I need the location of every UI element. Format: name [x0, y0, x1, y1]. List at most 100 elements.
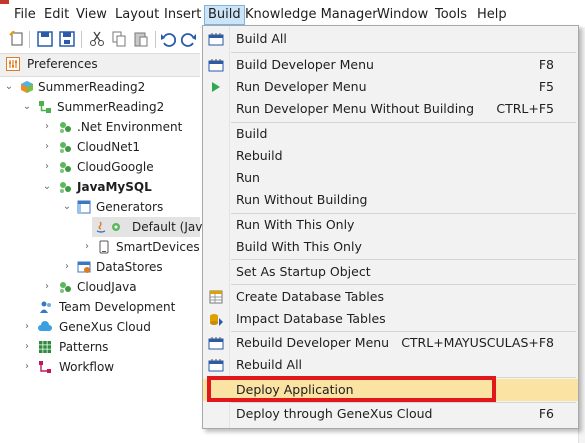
chevron-right-icon[interactable]: ›	[42, 117, 52, 137]
chevron-right-icon[interactable]: ›	[42, 157, 52, 177]
run-developer-menu-item[interactable]: Run Developer Menu F5	[203, 76, 578, 98]
menu-edit[interactable]: Edit	[42, 6, 71, 24]
menu-window[interactable]: Window	[375, 6, 430, 24]
tree-item[interactable]: › Workflow	[0, 357, 200, 377]
tree-item[interactable]: ⌄ Generators	[0, 197, 200, 217]
new-object-icon[interactable]	[9, 31, 25, 47]
chevron-right-icon[interactable]: ›	[42, 277, 52, 297]
tree-item-selected[interactable]: Default (Java	[92, 217, 210, 237]
tree-item[interactable]: ⌄ JavaMySQL	[0, 177, 200, 197]
tree-item-label: GeneXus Cloud	[59, 320, 151, 334]
run-without-building-item[interactable]: Run Without Building	[203, 189, 578, 211]
gear-icon	[112, 223, 120, 231]
editor-edge	[578, 27, 585, 443]
chevron-right-icon[interactable]: ›	[62, 257, 72, 277]
tree-item-label: Team Development	[59, 300, 176, 314]
tree-item[interactable]: ⌄ SummerReading2	[0, 97, 200, 117]
chevron-right-icon[interactable]: ›	[22, 337, 32, 357]
tree-item[interactable]: › SmartDevices (S	[0, 237, 216, 257]
build-menu: Build All Build Developer Menu F8 Run De…	[202, 25, 579, 429]
rebuild-developer-menu-item[interactable]: Rebuild Developer Menu CTRL+MAYUSCULAS+F…	[203, 332, 578, 354]
cloud-icon	[38, 321, 52, 331]
menu-help[interactable]: Help	[475, 6, 509, 24]
menu-file[interactable]: File	[12, 6, 38, 24]
toolbar-separator	[155, 31, 156, 48]
build-with-this-only-item[interactable]: Build With This Only	[203, 236, 578, 258]
menu-insert[interactable]: Insert	[162, 6, 203, 24]
tree-item-label: Workflow	[59, 360, 115, 374]
tree-item-label: Default (Java	[132, 220, 210, 234]
paste-icon[interactable]	[133, 31, 149, 47]
tree-item[interactable]: › GeneXus Cloud	[0, 317, 200, 337]
set-as-startup-object-item[interactable]: Set As Startup Object	[203, 261, 578, 283]
impact-database-icon	[210, 314, 223, 326]
tree-item[interactable]: › CloudGoogle	[0, 157, 200, 177]
menu-bar: File Edit View Layout Insert Build Knowl…	[0, 0, 585, 28]
workflow-icon	[39, 361, 51, 373]
deploy-through-genexus-cloud-item[interactable]: Deploy through GeneXus Cloud F6	[203, 403, 578, 425]
tree-item-label: SmartDevices (S	[116, 240, 216, 254]
tree-item[interactable]: ⌄ SummerReading2	[0, 77, 200, 97]
build-developer-menu-icon	[208, 59, 224, 72]
build-developer-menu-item[interactable]: Build Developer Menu F8	[203, 54, 578, 76]
chevron-down-icon[interactable]: ⌄	[4, 77, 14, 97]
menu-separator	[231, 259, 576, 260]
generators-icon	[77, 200, 91, 214]
device-icon	[99, 240, 109, 254]
menu-tools[interactable]: Tools	[433, 6, 469, 24]
build-all-item[interactable]: Build All	[203, 28, 578, 50]
chevron-right-icon[interactable]: ›	[22, 357, 32, 377]
chevron-down-icon[interactable]: ⌄	[62, 197, 72, 217]
tree-item[interactable]: › DataStores	[0, 257, 200, 277]
tree-item[interactable]: Team Development	[0, 297, 200, 317]
menu-view[interactable]: View	[74, 6, 109, 24]
chevron-down-icon[interactable]: ⌄	[22, 97, 32, 117]
chevron-down-icon[interactable]: ⌄	[42, 177, 52, 197]
chevron-right-icon[interactable]: ›	[22, 317, 32, 337]
rebuild-developer-menu-icon	[208, 337, 224, 350]
save-icon[interactable]	[37, 31, 53, 47]
tree-item[interactable]: › Patterns	[0, 337, 200, 357]
preferences-header[interactable]: Preferences	[0, 53, 200, 77]
rebuild-item[interactable]: Rebuild	[203, 145, 578, 167]
preferences-icon	[6, 57, 20, 71]
tree-item[interactable]: › .Net Environment	[0, 117, 200, 137]
chevron-right-icon[interactable]: ›	[82, 237, 92, 257]
kb-icon	[21, 81, 33, 93]
tree-item-label: CloudJava	[77, 280, 137, 294]
build-item[interactable]: Build	[203, 123, 578, 145]
tree-item[interactable]: › CloudNet1	[0, 137, 200, 157]
cut-icon[interactable]	[89, 31, 105, 47]
run-developer-menu-without-building-item[interactable]: Run Developer Menu Without Building CTRL…	[203, 98, 578, 120]
annotation-highlight-box	[207, 376, 496, 402]
save-all-icon[interactable]	[59, 31, 75, 47]
team-icon	[40, 301, 51, 313]
menu-knowledge-manager[interactable]: Knowledge Manager	[243, 6, 380, 24]
copy-icon[interactable]	[111, 31, 127, 47]
tree-item-label: Patterns	[59, 340, 109, 354]
tree-item[interactable]: › CloudJava	[0, 277, 200, 297]
rebuild-all-item[interactable]: Rebuild All	[203, 354, 578, 376]
environment-icon	[60, 162, 71, 173]
tree-item-label: JavaMySQL	[77, 180, 152, 194]
environment-icon	[60, 142, 71, 153]
environment-icon	[60, 282, 71, 293]
chevron-right-icon[interactable]: ›	[42, 137, 52, 157]
redo-icon[interactable]	[181, 31, 197, 47]
create-database-tables-item[interactable]: Create Database Tables	[203, 286, 578, 308]
run-with-this-only-item[interactable]: Run With This Only	[203, 214, 578, 236]
tree-item-label: Generators	[96, 200, 164, 214]
toolbar	[0, 27, 200, 52]
tree-item-label: CloudNet1	[77, 140, 140, 154]
toolbar-separator	[29, 31, 30, 48]
run-icon	[212, 82, 220, 92]
menu-build[interactable]: Build	[204, 5, 245, 25]
undo-icon[interactable]	[160, 31, 176, 47]
datastores-icon	[77, 261, 91, 273]
tree-item-label: SummerReading2	[38, 80, 146, 94]
java-icon	[96, 221, 106, 233]
impact-database-tables-item[interactable]: Impact Database Tables	[203, 308, 578, 330]
menu-separator	[231, 52, 576, 53]
menu-layout[interactable]: Layout	[113, 6, 161, 24]
run-item[interactable]: Run	[203, 167, 578, 189]
